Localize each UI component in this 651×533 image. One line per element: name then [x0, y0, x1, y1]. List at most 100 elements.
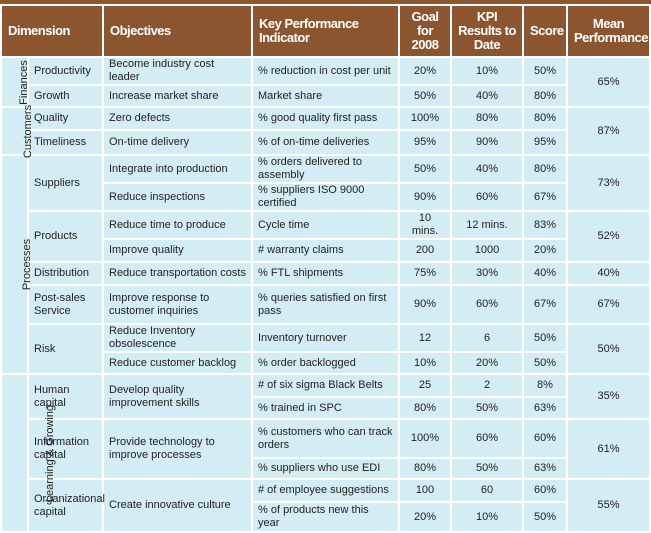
result-cell: 10% — [450, 501, 524, 533]
kpi-cell: Market share — [251, 84, 400, 108]
objective-cell: Integrate into production — [102, 154, 253, 184]
group-label: Customers — [22, 104, 35, 158]
score-cell: 50% — [522, 501, 568, 533]
result-cell: 50% — [450, 396, 524, 420]
result-cell: 60% — [450, 284, 524, 325]
goal-cell: 90% — [398, 284, 452, 325]
objective-cell: Provide technology to improve processes — [102, 418, 253, 480]
dimension-cell: Human capital — [27, 373, 104, 420]
mean-cell: 65% — [566, 56, 651, 108]
result-cell: 6 — [450, 323, 524, 353]
table-row: Organizational capital Create innovative … — [1, 478, 651, 533]
group-cell: Finances — [0, 56, 30, 108]
score-cell: 80% — [522, 154, 568, 184]
mean-cell: 73% — [566, 154, 651, 212]
kpi-cell: # of employee suggestions — [251, 478, 400, 503]
score-cell: 60% — [522, 418, 568, 459]
result-cell: 2 — [450, 373, 524, 398]
score-cell: 20% — [522, 238, 568, 263]
table-row: Timeliness On-time delivery% of on-time d… — [1, 129, 650, 156]
group-label: Finances — [17, 59, 30, 105]
dimension-cell: Distribution — [27, 261, 104, 286]
header-goal: Goal for 2008 — [398, 6, 452, 58]
header-row: Dimension Objectives Key Performance Ind… — [0, 6, 651, 58]
result-cell: 60% — [450, 418, 524, 459]
group-label: Processes — [21, 238, 34, 291]
kpi-cell: % of on-time deliveries — [251, 129, 400, 156]
score-cell: 50% — [522, 323, 568, 353]
objective-cell: Zero defects — [102, 106, 253, 131]
mean-cell: 87% — [566, 106, 651, 156]
result-cell: 30% — [450, 261, 524, 286]
goal-cell: 80% — [398, 396, 452, 420]
dimension-cell: Post-sales Service — [27, 284, 104, 325]
goal-cell: 25 — [398, 373, 452, 398]
score-cell: 95% — [522, 129, 568, 156]
result-cell: 1000 — [450, 238, 524, 263]
score-cell: 8% — [522, 373, 568, 398]
dimension-cell: Organizational capital — [27, 478, 105, 533]
group-cell: Processes — [0, 154, 33, 375]
goal-cell: 90% — [398, 182, 452, 212]
kpi-cell: % customers who can track orders — [251, 418, 400, 459]
score-cell: 40% — [522, 261, 568, 286]
header-objectives: Objectives — [102, 6, 253, 58]
dimension-cell: Risk — [27, 323, 104, 375]
mean-cell: 52% — [566, 210, 651, 263]
goal-cell: 80% — [398, 457, 452, 480]
result-cell: 80% — [450, 106, 524, 131]
dimension-cell: Timeliness — [27, 129, 104, 156]
header-mean: Mean Performance — [566, 6, 651, 58]
kpi-cell: Cycle time — [251, 210, 400, 240]
top-bar — [0, 0, 651, 4]
objective-cell: On-time delivery — [102, 129, 253, 156]
table-row: Distribution Reduce transportation costs%… — [1, 261, 651, 286]
result-cell: 20% — [450, 351, 524, 375]
objective-cell: Improve quality — [102, 238, 253, 263]
score-cell: 63% — [522, 396, 568, 420]
result-cell: 10% — [450, 56, 524, 86]
objective-cell: Become industry cost leader — [102, 56, 253, 86]
table-row: Finances Productivity Become industry cost… — [0, 56, 651, 108]
goal-cell: 10 mins. — [398, 210, 452, 240]
dimension-cell: Growth — [27, 84, 104, 108]
goal-cell: 100% — [398, 418, 452, 459]
goal-cell: 75% — [398, 261, 452, 286]
score-cell: 50% — [522, 351, 568, 375]
dimension-cell: Products — [27, 210, 104, 263]
objective-cell: Reduce transportation costs — [102, 261, 253, 286]
dimension-cell: Quality — [27, 106, 104, 131]
objective-cell: Increase market share — [102, 84, 253, 108]
result-cell: 12 mins. — [450, 210, 524, 240]
mean-cell: 55% — [566, 478, 651, 533]
goal-cell: 12 — [398, 323, 452, 353]
group-label: Learning & Growing — [44, 404, 57, 502]
table-row: Customers Quality Zero defects% good quali… — [0, 104, 651, 158]
goal-cell: 100% — [398, 106, 452, 131]
objective-cell: Reduce time to produce — [102, 210, 253, 240]
table-row: Post-sales Service Improve response to cu… — [1, 284, 651, 325]
table-row: Products Reduce time to produce Cycle time… — [1, 210, 651, 263]
score-cell: 60% — [522, 478, 568, 503]
objective-cell: Create innovative culture — [102, 478, 253, 533]
kpi-cell: % suppliers ISO 9000 certified — [251, 182, 400, 212]
kpi-cell: # warranty claims — [251, 238, 400, 263]
mean-cell: 61% — [566, 418, 651, 480]
mean-cell: 40% — [566, 261, 651, 286]
goal-cell: 100 — [398, 478, 452, 503]
goal-cell: 95% — [398, 129, 452, 156]
goal-cell: 50% — [398, 154, 452, 184]
kpi-cell: % of products new this year — [251, 501, 400, 533]
header-score: Score — [522, 6, 568, 58]
table-row: Processes Suppliers Integrate into product… — [0, 154, 651, 375]
table-row: Risk Reduce Inventory obsolescence Invento… — [1, 323, 651, 375]
objective-cell: Improve response to customer inquiries — [102, 284, 253, 325]
header-dimension: Dimension — [0, 6, 104, 58]
header-results: KPI Results to Date — [450, 6, 524, 58]
result-cell: 40% — [450, 84, 524, 108]
goal-cell: 200 — [398, 238, 452, 263]
kpi-cell: % reduction in cost per unit — [251, 56, 400, 86]
result-cell: 90% — [450, 129, 524, 156]
score-cell: 67% — [522, 182, 568, 212]
dimension-cell: Information capital — [27, 418, 104, 480]
